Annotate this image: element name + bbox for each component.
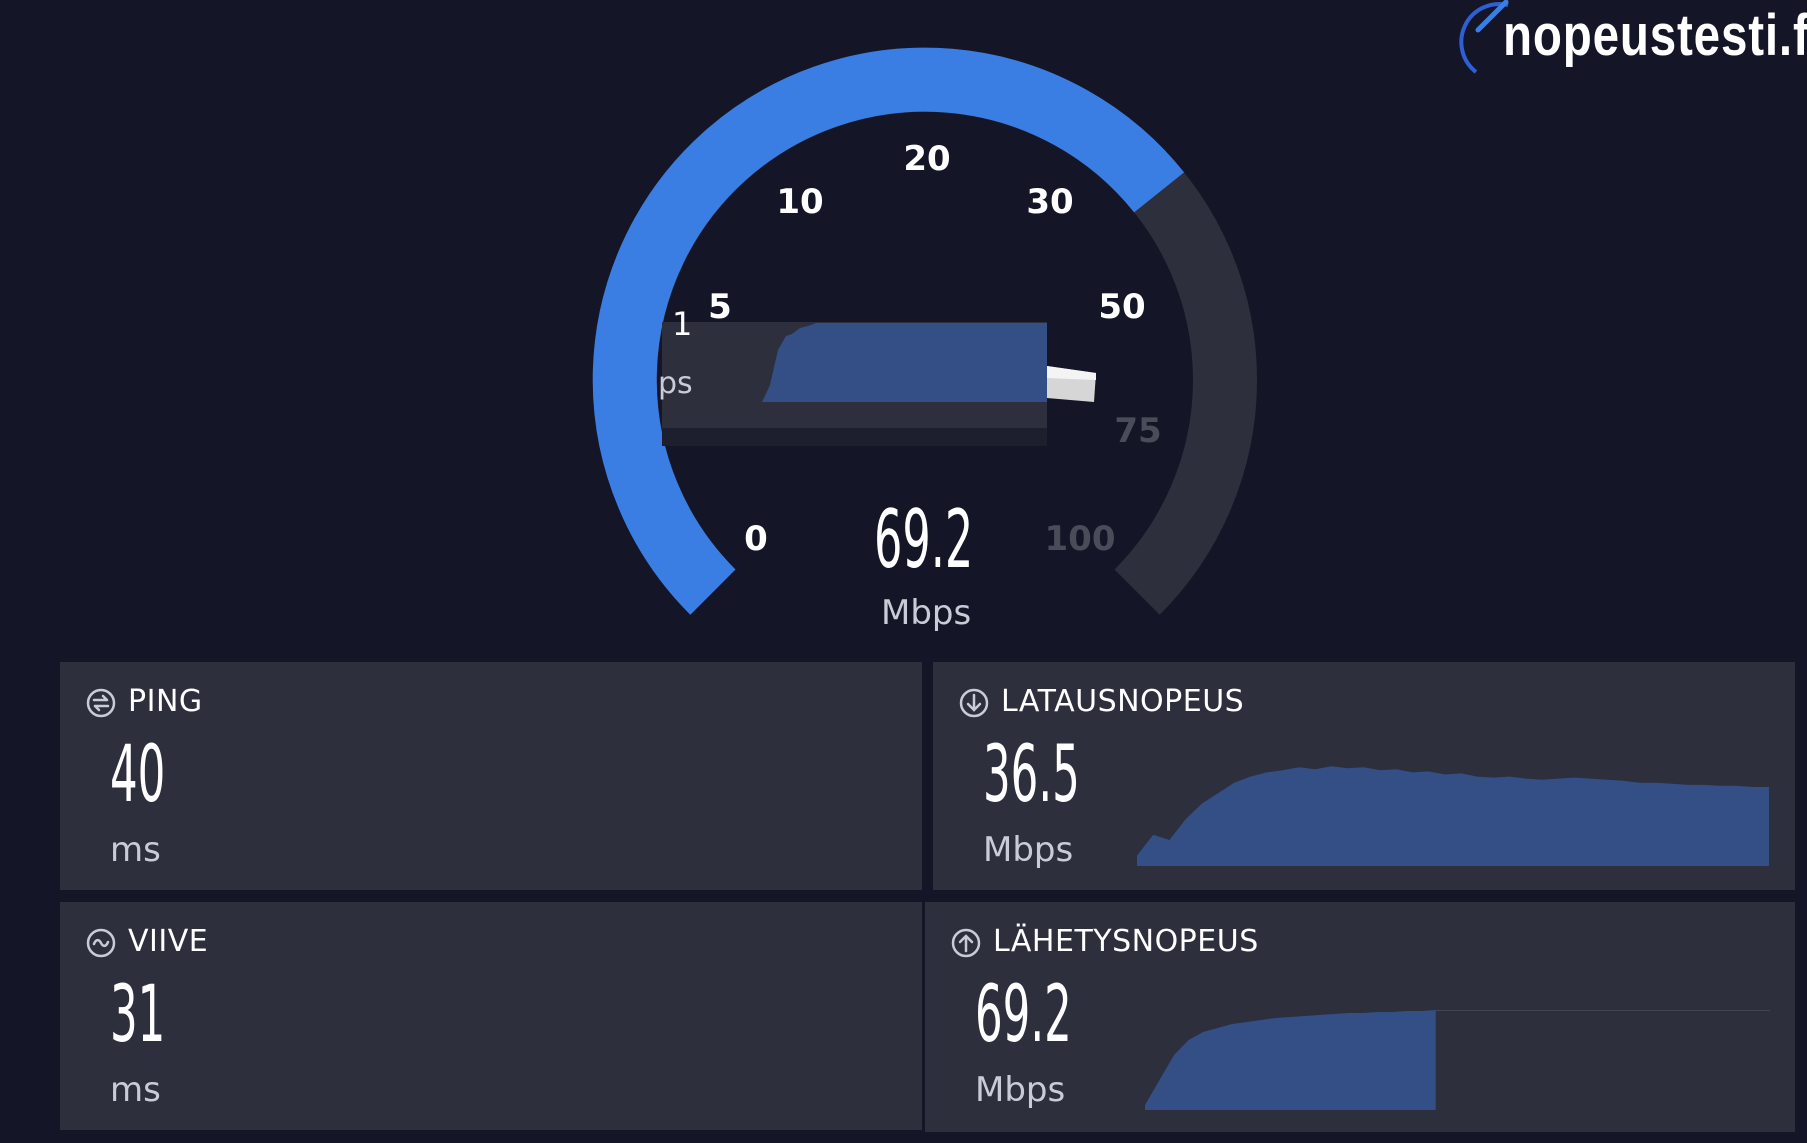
ping-label: PING — [128, 684, 203, 719]
upload-value: 69.2 — [975, 970, 1072, 1060]
overlay-graph — [762, 323, 1047, 402]
overlay-partial-unit: ps — [658, 366, 693, 401]
viive-label: VIIVE — [128, 924, 209, 959]
download-card: LATAUSNOPEUS 36.5 Mbps — [933, 662, 1795, 890]
ping-card: PING 40 ms — [60, 662, 922, 890]
overlay-partial-value: 1 — [672, 305, 692, 343]
upload-graph — [1145, 1010, 1770, 1110]
graph-area — [1145, 1010, 1436, 1110]
scale-label-5: 5 — [708, 287, 732, 327]
scale-label-30: 30 — [1026, 182, 1073, 222]
scale-label-75: 75 — [1114, 411, 1161, 451]
current-speed-value: 69.2 — [874, 493, 974, 586]
scale-label-0: 0 — [744, 519, 768, 559]
scale-label-100: 100 — [1045, 519, 1116, 559]
scale-label-10: 10 — [776, 182, 823, 222]
current-speed-unit: Mbps — [881, 593, 972, 633]
viive-unit: ms — [110, 1070, 161, 1110]
ping-icon — [86, 688, 116, 718]
download-label: LATAUSNOPEUS — [1001, 684, 1245, 719]
scale-label-20: 20 — [903, 139, 950, 179]
ping-unit: ms — [110, 830, 161, 870]
download-value: 36.5 — [983, 730, 1080, 820]
upload-card: LÄHETYSNOPEUS 69.2 Mbps — [925, 902, 1795, 1132]
download-graph — [1137, 766, 1769, 866]
jitter-icon — [86, 928, 116, 958]
download-unit: Mbps — [983, 830, 1074, 870]
viive-value: 31 — [110, 970, 166, 1060]
graph-area — [1137, 766, 1769, 866]
viive-card: VIIVE 31 ms — [60, 902, 922, 1130]
upload-unit: Mbps — [975, 1070, 1066, 1110]
upload-icon — [951, 928, 981, 958]
upload-label: LÄHETYSNOPEUS — [993, 924, 1259, 959]
download-icon — [959, 688, 989, 718]
ping-value: 40 — [110, 730, 166, 820]
scale-label-50: 50 — [1098, 287, 1145, 327]
